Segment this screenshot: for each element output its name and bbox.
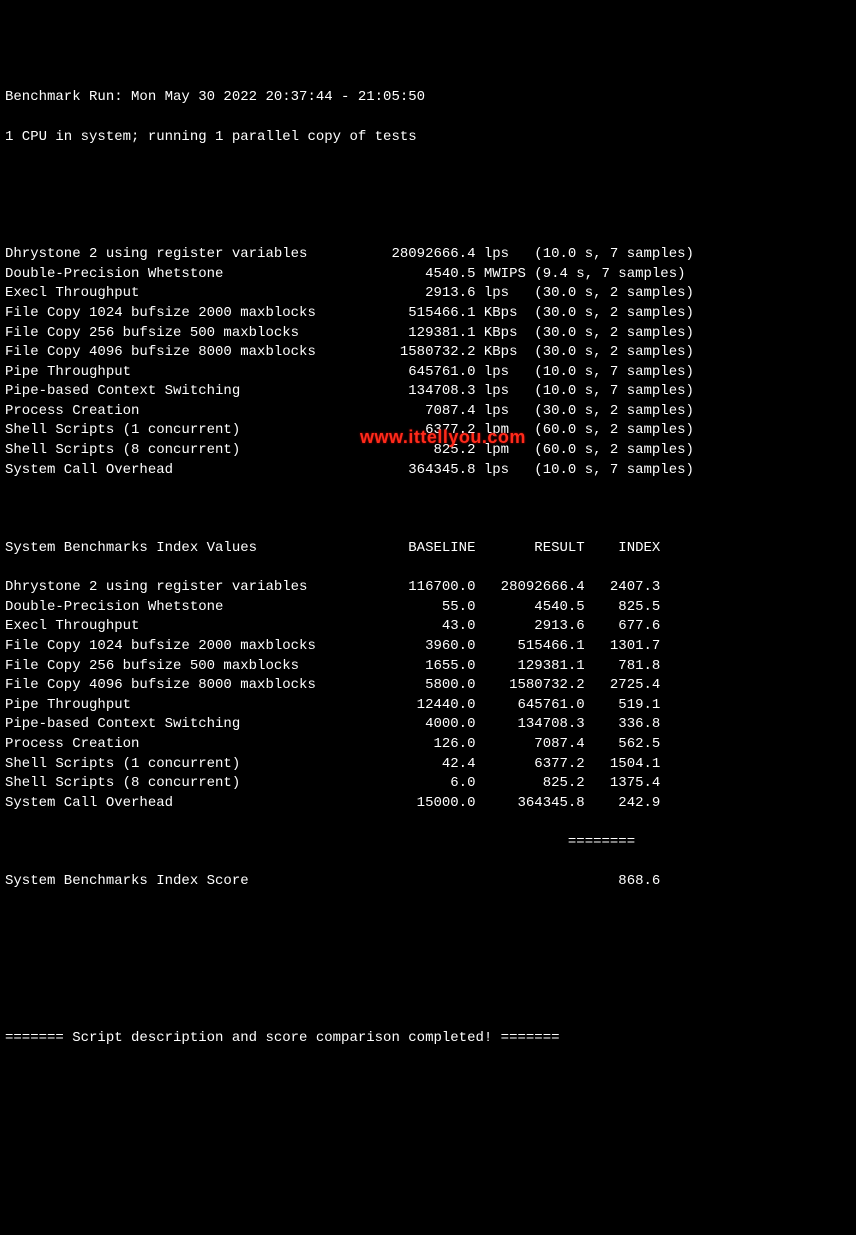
index-row: File Copy 1024 bufsize 2000 maxblocks 39… bbox=[5, 637, 851, 657]
footer-line: ======= Script description and score com… bbox=[5, 1029, 851, 1049]
blank bbox=[5, 1068, 851, 1088]
blank bbox=[5, 500, 851, 520]
index-row: File Copy 256 bufsize 500 maxblocks 1655… bbox=[5, 657, 851, 677]
index-row: Shell Scripts (8 concurrent) 6.0 825.2 1… bbox=[5, 774, 851, 794]
index-row: Pipe-based Context Switching 4000.0 1347… bbox=[5, 715, 851, 735]
cpu-line: 1 CPU in system; running 1 parallel copy… bbox=[5, 128, 851, 148]
result-row: Pipe Throughput 645761.0 lps (10.0 s, 7 … bbox=[5, 363, 851, 383]
result-row: File Copy 4096 bufsize 8000 maxblocks 15… bbox=[5, 343, 851, 363]
benchmark-run-line: Benchmark Run: Mon May 30 2022 20:37:44 … bbox=[5, 88, 851, 108]
result-row: Execl Throughput 2913.6 lps (30.0 s, 2 s… bbox=[5, 284, 851, 304]
index-row: Process Creation 126.0 7087.4 562.5 bbox=[5, 735, 851, 755]
result-row: Double-Precision Whetstone 4540.5 MWIPS … bbox=[5, 265, 851, 285]
result-row: Shell Scripts (8 concurrent) 825.2 lpm (… bbox=[5, 441, 851, 461]
index-row: Dhrystone 2 using register variables 116… bbox=[5, 578, 851, 598]
index-divider: ======== bbox=[5, 833, 851, 853]
blank bbox=[5, 206, 851, 226]
blank bbox=[5, 951, 851, 971]
index-header-line: System Benchmarks Index Values BASELINE … bbox=[5, 539, 851, 559]
result-row: Dhrystone 2 using register variables 280… bbox=[5, 245, 851, 265]
index-row: Pipe Throughput 12440.0 645761.0 519.1 bbox=[5, 696, 851, 716]
blank bbox=[5, 990, 851, 1010]
result-row: Shell Scripts (1 concurrent) 6377.2 lpm … bbox=[5, 421, 851, 441]
index-row: File Copy 4096 bufsize 8000 maxblocks 58… bbox=[5, 676, 851, 696]
index-row: Shell Scripts (1 concurrent) 42.4 6377.2… bbox=[5, 755, 851, 775]
index-row: Execl Throughput 43.0 2913.6 677.6 bbox=[5, 617, 851, 637]
result-row: System Call Overhead 364345.8 lps (10.0 … bbox=[5, 461, 851, 481]
index-row: System Call Overhead 15000.0 364345.8 24… bbox=[5, 794, 851, 814]
index-row: Double-Precision Whetstone 55.0 4540.5 8… bbox=[5, 598, 851, 618]
result-row: File Copy 256 bufsize 500 maxblocks 1293… bbox=[5, 324, 851, 344]
blank bbox=[5, 167, 851, 187]
blank bbox=[5, 911, 851, 931]
score-line: System Benchmarks Index Score 868.6 bbox=[5, 872, 851, 892]
result-row: Pipe-based Context Switching 134708.3 lp… bbox=[5, 382, 851, 402]
result-row: File Copy 1024 bufsize 2000 maxblocks 51… bbox=[5, 304, 851, 324]
results-block: Dhrystone 2 using register variables 280… bbox=[5, 245, 851, 480]
index-block: Dhrystone 2 using register variables 116… bbox=[5, 578, 851, 813]
result-row: Process Creation 7087.4 lps (30.0 s, 2 s… bbox=[5, 402, 851, 422]
